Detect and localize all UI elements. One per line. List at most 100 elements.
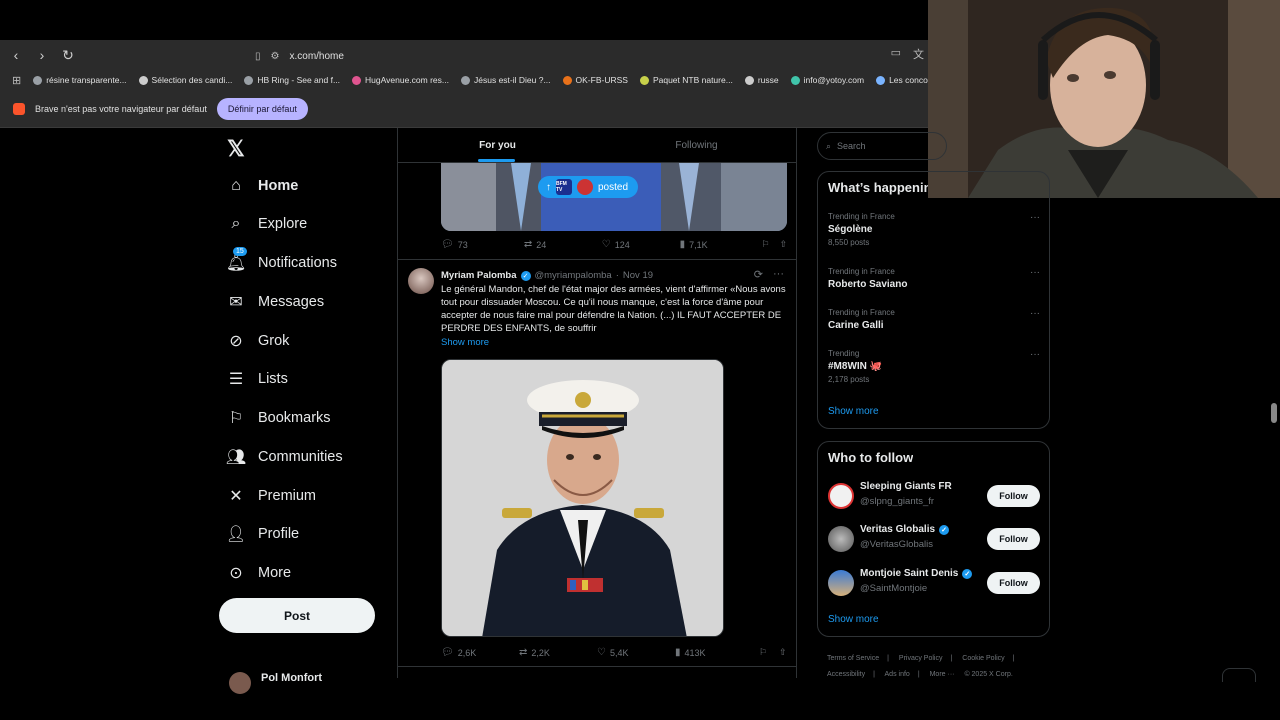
verified-badge-icon: ✓ bbox=[939, 524, 950, 535]
tweet-header: Myriam Palomba ✓ @myriampalomba · Nov 19 bbox=[441, 270, 653, 281]
footer-link[interactable]: More ··· bbox=[930, 671, 955, 678]
nav-grok[interactable]: ⊘ Grok bbox=[227, 329, 289, 353]
bookmark-item[interactable]: HB Ring - See and f... bbox=[244, 75, 340, 85]
footer-link[interactable]: Ads info bbox=[885, 671, 910, 678]
views-button[interactable]: ▮ 413K bbox=[675, 647, 759, 658]
trend-item[interactable]: Trending in France Ségolène 8,550 posts … bbox=[828, 212, 1040, 247]
reload-icon[interactable]: ↻ bbox=[58, 45, 78, 65]
footer-link[interactable]: Accessibility bbox=[827, 671, 865, 678]
account-avatar bbox=[828, 526, 854, 552]
views-icon: ▮ bbox=[675, 647, 681, 658]
tweet-author-name[interactable]: Myriam Palomba bbox=[441, 270, 517, 281]
trend-item[interactable]: Trending in France Carine Galli ··· bbox=[828, 308, 1040, 331]
suggested-account[interactable]: Montjoie Saint Denis ✓ @SaintMontjoie Fol… bbox=[828, 568, 1040, 598]
bookmark-tweet-icon[interactable]: ⚐ bbox=[761, 239, 779, 250]
bookmark-item[interactable]: info@yotoy.com bbox=[790, 75, 864, 85]
nav-messages[interactable]: ✉ Messages bbox=[227, 290, 324, 314]
address-bar[interactable]: ▯ ⚙ x.com/home bbox=[255, 46, 344, 66]
bookmark-item[interactable]: Paquet NTB nature... bbox=[639, 75, 733, 85]
nav-home[interactable]: ⌂ Home bbox=[227, 174, 298, 198]
screen: { "browser": { "url": "x.com/home", "boo… bbox=[0, 0, 1280, 720]
apps-grid-icon[interactable]: ⊞ bbox=[12, 74, 21, 87]
footer-link[interactable]: Cookie Policy bbox=[962, 655, 1004, 662]
url-text[interactable]: x.com/home bbox=[289, 51, 343, 62]
tweet-author-handle[interactable]: @myriampalomba bbox=[535, 270, 612, 281]
repost-button[interactable]: ⇄ 2,2K bbox=[519, 647, 597, 658]
like-button[interactable]: ♡ 5,4K bbox=[597, 647, 675, 658]
scrollbar-thumb[interactable] bbox=[1271, 403, 1277, 423]
new-posts-pill[interactable]: ↑ BFM TV posted bbox=[538, 176, 639, 198]
trend-item[interactable]: Trending #M8WIN 🐙 2,178 posts ··· bbox=[828, 349, 1040, 384]
favicon-icon bbox=[562, 75, 572, 85]
favicon-icon bbox=[244, 75, 254, 85]
share-icon[interactable]: ⇧ bbox=[779, 647, 787, 658]
reply-button[interactable]: 💬︎ 2,6K bbox=[441, 647, 519, 658]
grok-explain-icon[interactable]: ⟳ bbox=[754, 268, 763, 281]
account-name[interactable]: Pol Monfort bbox=[261, 672, 322, 684]
suggested-account[interactable]: Sleeping Giants FR @slpng_giants_fr Foll… bbox=[828, 481, 1040, 511]
repost-button[interactable]: ⇄ 24 bbox=[524, 239, 602, 250]
follow-button[interactable]: Follow bbox=[987, 572, 1040, 594]
bookmark-page-icon[interactable]: ▯ bbox=[255, 51, 261, 62]
more-options-icon[interactable]: ··· bbox=[1030, 267, 1040, 278]
bookmark-item[interactable]: HugAvenue.com res... bbox=[352, 75, 449, 85]
site-info-icon[interactable]: ⚙ bbox=[271, 51, 280, 62]
nav-lists[interactable]: ☰ Lists bbox=[227, 367, 288, 391]
bookmark-tweet-icon[interactable]: ⚐ bbox=[759, 647, 779, 658]
reader-mode-icon[interactable]: ▭ bbox=[891, 46, 901, 62]
reply-button[interactable]: 💬︎ 73 bbox=[441, 239, 524, 250]
left-navigation: 𝕏 ⌂ Home ⌕ Explore 🔔︎ 15 Notifications ✉ … bbox=[219, 128, 397, 720]
nav-premium[interactable]: ✕ Premium bbox=[227, 484, 316, 508]
back-icon[interactable]: ‹ bbox=[6, 45, 26, 65]
nav-communities[interactable]: 👥︎ Communities bbox=[225, 445, 343, 469]
x-icon: ✕ bbox=[229, 488, 243, 505]
nav-more[interactable]: ⊙ More bbox=[227, 561, 291, 585]
bookmark-item[interactable]: OK-FB-URSS bbox=[562, 75, 628, 85]
post-button[interactable]: Post bbox=[219, 598, 375, 633]
share-icon[interactable]: ⇧ bbox=[779, 239, 787, 250]
suggested-account[interactable]: Veritas Globalis ✓ @VeritasGlobalis Follo… bbox=[828, 524, 1040, 554]
footer-link[interactable]: Privacy Policy bbox=[899, 655, 943, 662]
set-default-button[interactable]: Définir par défaut bbox=[216, 97, 308, 120]
translate-icon[interactable]: 文 bbox=[913, 46, 924, 62]
more-options-icon[interactable]: ··· bbox=[1030, 212, 1040, 223]
tab-for-you[interactable]: For you bbox=[398, 128, 597, 162]
favicon-icon bbox=[33, 75, 43, 85]
bookmark-item[interactable]: Sélection des candi... bbox=[138, 75, 232, 85]
trends-show-more-link[interactable]: Show more bbox=[828, 406, 879, 417]
nav-notifications[interactable]: 🔔︎ 15 Notifications bbox=[226, 247, 337, 275]
footer-link[interactable]: Terms of Service bbox=[827, 655, 879, 662]
follow-button[interactable]: Follow bbox=[987, 528, 1040, 550]
who-show-more-link[interactable]: Show more bbox=[828, 614, 879, 625]
account-avatar[interactable] bbox=[229, 672, 251, 694]
favicon-icon bbox=[352, 75, 362, 85]
nav-explore[interactable]: ⌕ Explore bbox=[227, 212, 308, 236]
bookmark-item[interactable]: Jésus est-il Dieu ?... bbox=[461, 75, 551, 85]
tweet-photo[interactable] bbox=[441, 359, 724, 637]
forward-icon[interactable]: › bbox=[32, 45, 52, 65]
more-options-icon[interactable]: ··· bbox=[1030, 349, 1040, 360]
follow-button[interactable]: Follow bbox=[987, 485, 1040, 507]
active-tab-indicator bbox=[478, 159, 515, 162]
like-button[interactable]: ♡ 124 bbox=[602, 239, 680, 250]
show-more-link[interactable]: Show more bbox=[441, 337, 489, 348]
nav-bookmarks[interactable]: ⚐ Bookmarks bbox=[227, 406, 331, 430]
bookmark-item[interactable]: résine transparente... bbox=[33, 75, 127, 85]
more-options-icon[interactable]: ··· bbox=[1030, 308, 1040, 319]
bookmark-item[interactable]: russe bbox=[744, 75, 779, 85]
nav-profile[interactable]: 👤︎ Profile bbox=[226, 522, 299, 546]
tweet-date[interactable]: Nov 19 bbox=[623, 270, 653, 281]
people-icon: 👥︎ bbox=[225, 449, 247, 466]
copyright: © 2025 X Corp. bbox=[964, 671, 1013, 678]
repost-icon: ⇄ bbox=[519, 647, 528, 658]
tweet-author-avatar[interactable] bbox=[408, 268, 434, 294]
x-logo-icon[interactable]: 𝕏 bbox=[227, 136, 245, 162]
trend-item[interactable]: Trending in France Roberto Saviano ··· bbox=[828, 267, 1040, 290]
views-button[interactable]: ▮ 7,1K bbox=[680, 239, 762, 250]
search-input[interactable]: ⌕ Search bbox=[817, 132, 947, 160]
tab-following[interactable]: Following bbox=[597, 128, 796, 162]
bookmark-item[interactable]: Les concours d'a bbox=[876, 75, 930, 85]
more-options-icon[interactable]: ··· bbox=[773, 268, 784, 281]
account-avatar bbox=[828, 570, 854, 596]
messages-drawer[interactable] bbox=[1222, 668, 1256, 682]
